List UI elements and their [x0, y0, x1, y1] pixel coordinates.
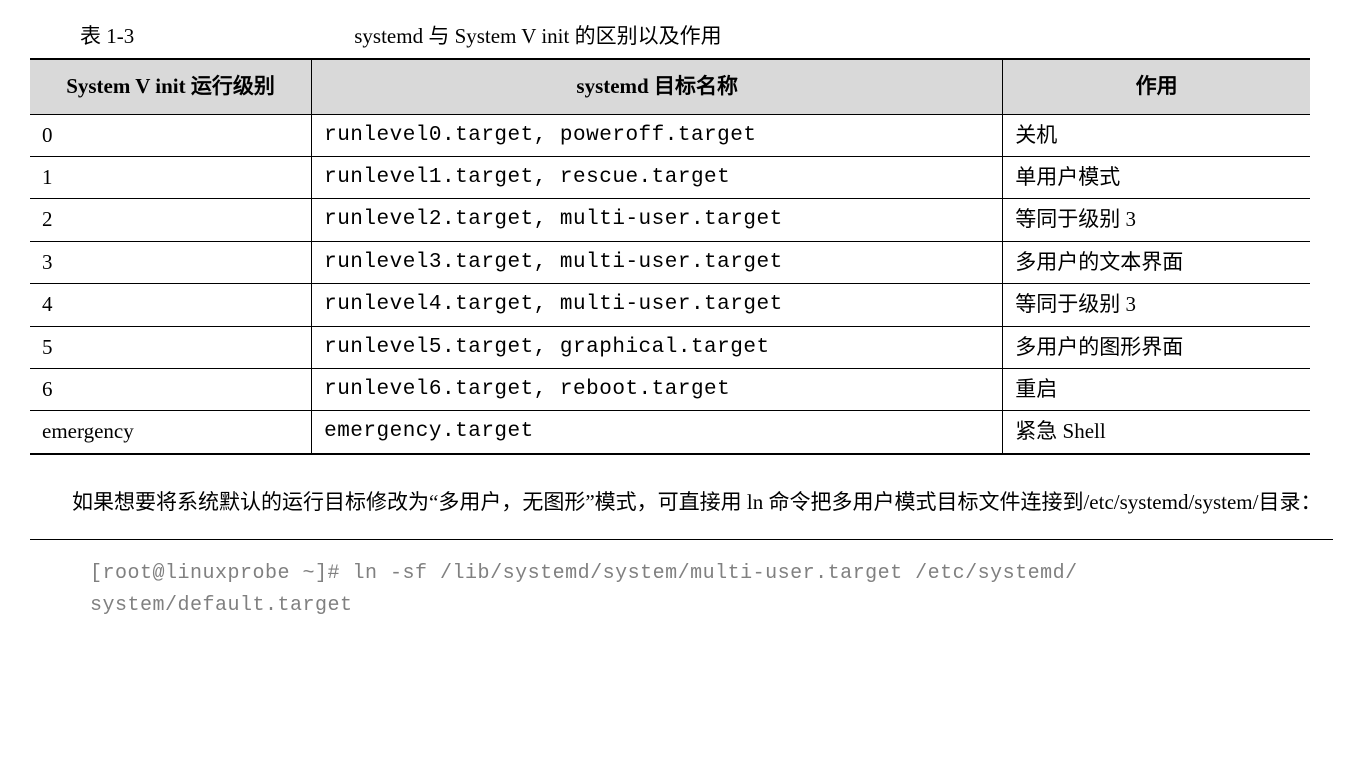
- cell-level: emergency: [30, 411, 312, 454]
- runlevel-table: System V init 运行级别 systemd 目标名称 作用 0 run…: [30, 58, 1310, 455]
- cell-desc: 重启: [1003, 368, 1310, 410]
- table-title: systemd 与 System V init 的区别以及作用: [354, 20, 721, 50]
- table-row: 1 runlevel1.target, rescue.target 单用户模式: [30, 156, 1310, 198]
- table-row: 3 runlevel3.target, multi-user.target 多用…: [30, 241, 1310, 283]
- table-caption: 表 1-3 systemd 与 System V init 的区别以及作用: [20, 20, 1343, 50]
- cell-target: runlevel4.target, multi-user.target: [312, 284, 1003, 326]
- code-line: [root@linuxprobe ~]# ln -sf /lib/systemd…: [90, 558, 1333, 590]
- code-line: system/default.target: [90, 590, 1333, 622]
- cell-desc: 关机: [1003, 114, 1310, 156]
- cell-level: 5: [30, 326, 312, 368]
- cell-target: emergency.target: [312, 411, 1003, 454]
- cell-desc: 等同于级别 3: [1003, 284, 1310, 326]
- body-paragraph: 如果想要将系统默认的运行目标修改为“多用户，无图形”模式，可直接用 ln 命令把…: [30, 483, 1333, 523]
- cell-desc: 单用户模式: [1003, 156, 1310, 198]
- cell-level: 0: [30, 114, 312, 156]
- cell-target: runlevel5.target, graphical.target: [312, 326, 1003, 368]
- cell-level: 2: [30, 199, 312, 241]
- table-row: 2 runlevel2.target, multi-user.target 等同…: [30, 199, 1310, 241]
- cell-target: runlevel1.target, rescue.target: [312, 156, 1003, 198]
- table-row: 5 runlevel5.target, graphical.target 多用户…: [30, 326, 1310, 368]
- table-row: emergency emergency.target 紧急 Shell: [30, 411, 1310, 454]
- code-block: [root@linuxprobe ~]# ln -sf /lib/systemd…: [30, 539, 1333, 622]
- column-header-desc: 作用: [1003, 59, 1310, 114]
- cell-desc: 紧急 Shell: [1003, 411, 1310, 454]
- column-header-runlevel: System V init 运行级别: [30, 59, 312, 114]
- cell-desc: 多用户的图形界面: [1003, 326, 1310, 368]
- table-row: 6 runlevel6.target, reboot.target 重启: [30, 368, 1310, 410]
- cell-level: 4: [30, 284, 312, 326]
- column-header-target: systemd 目标名称: [312, 59, 1003, 114]
- table-row: 4 runlevel4.target, multi-user.target 等同…: [30, 284, 1310, 326]
- cell-desc: 多用户的文本界面: [1003, 241, 1310, 283]
- cell-level: 3: [30, 241, 312, 283]
- table-row: 0 runlevel0.target, poweroff.target 关机: [30, 114, 1310, 156]
- cell-target: runlevel6.target, reboot.target: [312, 368, 1003, 410]
- cell-level: 6: [30, 368, 312, 410]
- cell-target: runlevel2.target, multi-user.target: [312, 199, 1003, 241]
- cell-target: runlevel0.target, poweroff.target: [312, 114, 1003, 156]
- table-header-row: System V init 运行级别 systemd 目标名称 作用: [30, 59, 1310, 114]
- table-number: 表 1-3: [80, 20, 134, 50]
- cell-desc: 等同于级别 3: [1003, 199, 1310, 241]
- cell-target: runlevel3.target, multi-user.target: [312, 241, 1003, 283]
- cell-level: 1: [30, 156, 312, 198]
